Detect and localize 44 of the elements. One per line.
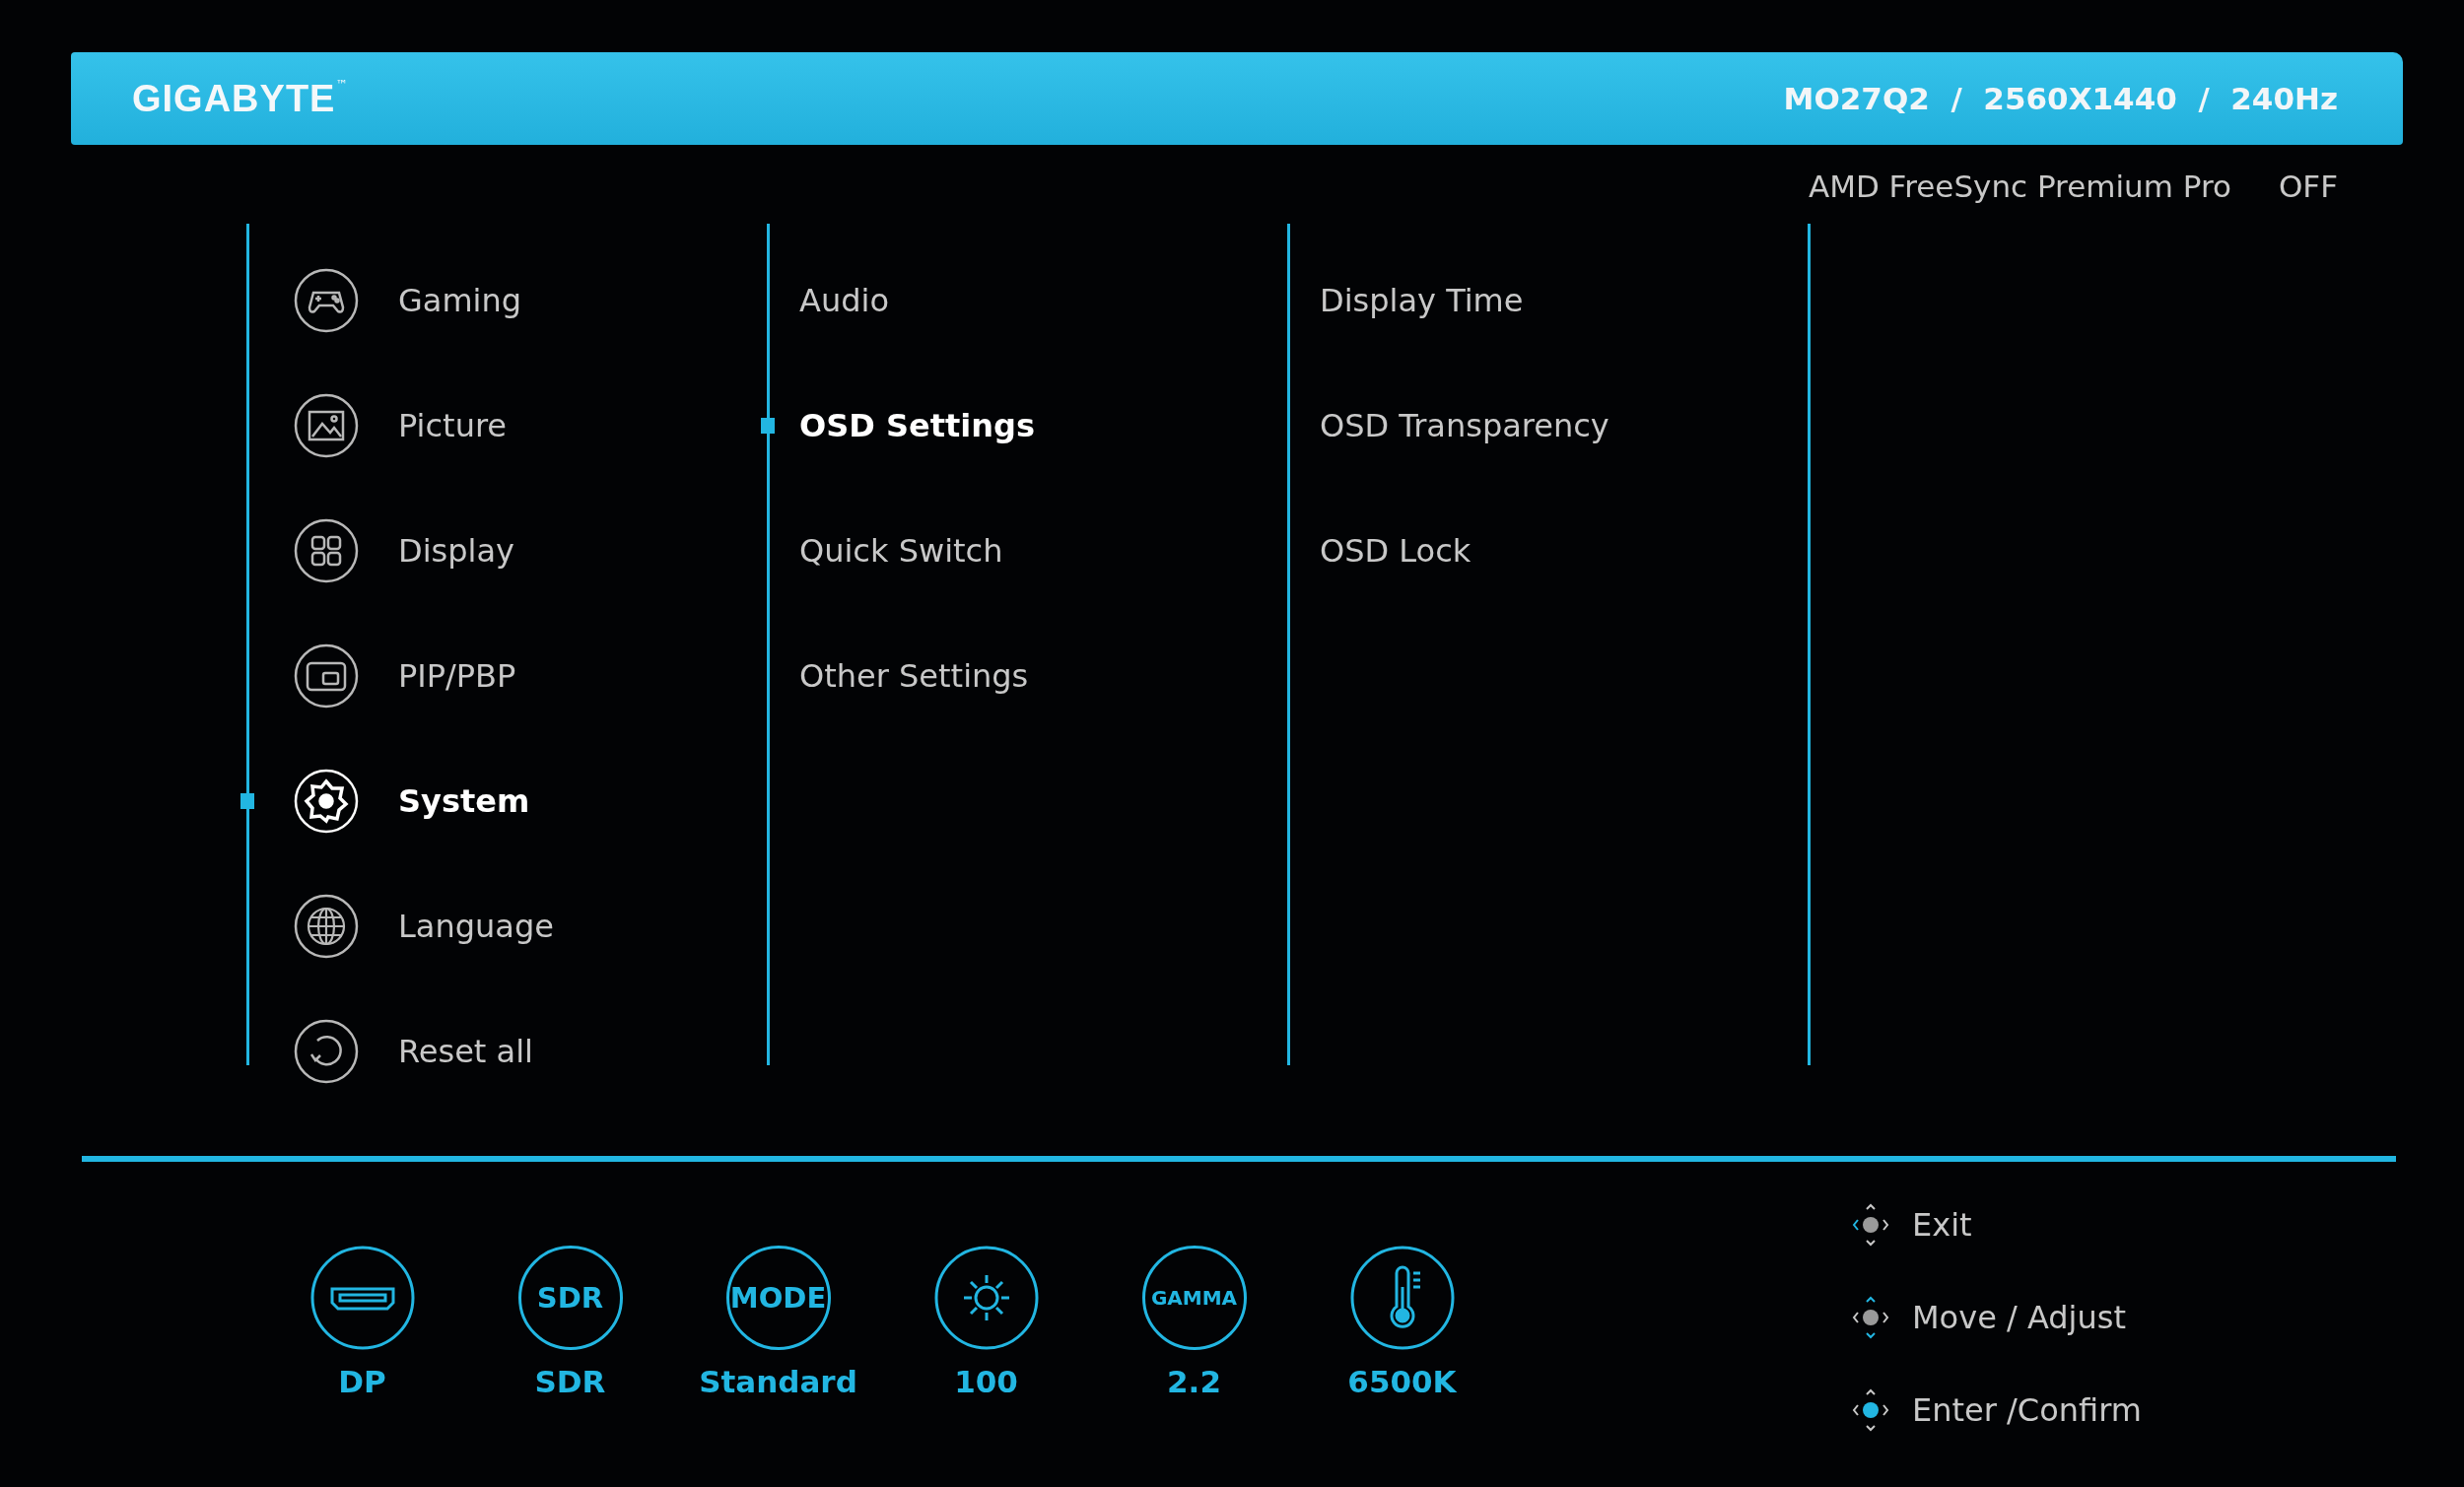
brightness-icon [933,1246,1039,1350]
joystick-icon [1851,1296,1890,1339]
thermometer-icon [1349,1246,1455,1350]
menu-item[interactable]: Reset all [398,1032,533,1070]
status-value: SDR [534,1364,606,1399]
status-value: 100 [954,1364,1018,1399]
menu-item[interactable]: Display [398,531,514,570]
hint-label: Move / Adjust [1912,1299,2126,1336]
menu-item[interactable]: PIP/PBP [398,656,516,695]
menu-item[interactable]: Picture [398,406,508,444]
status-badge: MODE [725,1246,831,1350]
status-badge: SDR [517,1246,623,1350]
reset-icon [294,1018,359,1084]
joystick-icon [1851,1388,1890,1432]
status-badge: GAMMA [1141,1246,1247,1350]
pip-icon [294,642,359,709]
status-value: Standard [699,1364,857,1399]
option-item[interactable]: Display Time [1320,281,1524,319]
globe-icon [294,893,359,959]
submenu-item[interactable]: OSD Settings [799,406,1035,444]
menu-item[interactable]: Language [398,907,554,945]
picture-icon [294,392,359,458]
submenu-item[interactable]: Other Settings [799,656,1029,695]
joystick-icon [1851,1203,1890,1247]
status-value: 6500K [1347,1364,1457,1399]
trademark-mark: ™ [335,77,348,92]
submenu-item[interactable]: Audio [799,281,889,319]
freesync-label: AMD FreeSync Premium Pro [1808,169,2231,204]
brand-logo: GIGABYTE [132,77,336,120]
model-info: MO27Q2 / 2560X1440 / 240Hz [1783,81,2338,116]
gamepad-icon [294,267,359,333]
submenu-item[interactable]: Quick Switch [799,531,1003,570]
settings-icon [294,768,359,834]
hint-label: Exit [1912,1206,1972,1244]
menu-item[interactable]: System [398,781,530,820]
status-value: DP [338,1364,386,1399]
menu-item[interactable]: Gaming [398,281,522,319]
hint-label: Enter /Confirm [1912,1391,2142,1429]
status-value: 2.2 [1167,1364,1221,1399]
port-icon [309,1246,415,1350]
grid-icon [294,517,359,583]
option-item[interactable]: OSD Transparency [1320,406,1609,444]
option-item[interactable]: OSD Lock [1320,531,1472,570]
freesync-value: OFF [2278,169,2338,204]
